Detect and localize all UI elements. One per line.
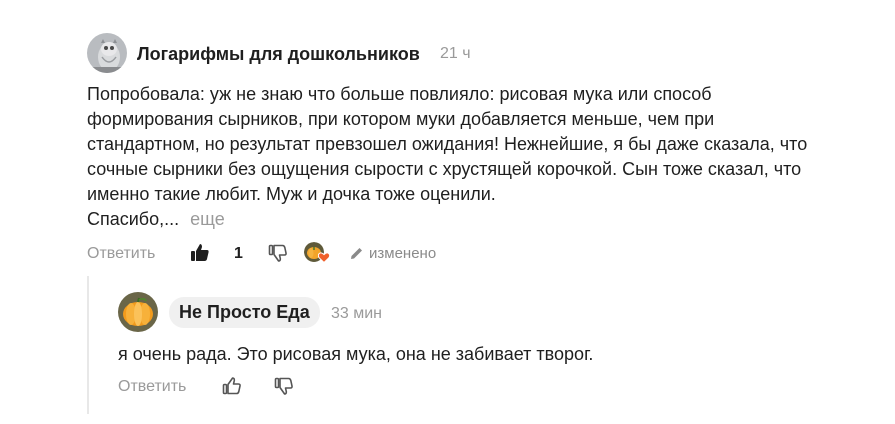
- heart-icon: [318, 252, 330, 263]
- like-icon[interactable]: [222, 376, 242, 396]
- reply-author-name[interactable]: Не Просто Еда: [169, 297, 320, 328]
- comment-text-line-last: Спасибо,... еще: [87, 207, 887, 232]
- reply-button[interactable]: Ответить: [87, 245, 155, 263]
- comment-text-line: формирования сырников, при котором муки …: [87, 109, 715, 129]
- reply-text: я очень рада. Это рисовая мука, она не з…: [118, 344, 594, 364]
- comment-text-line: именно такие любит. Муж и дочка тоже оце…: [87, 184, 496, 204]
- reply-reply-button[interactable]: Ответить: [118, 378, 186, 396]
- comment-text-line: Попробовала: уж не знаю что больше повли…: [87, 84, 712, 104]
- reply-author-avatar[interactable]: [118, 292, 158, 332]
- author-name[interactable]: Логарифмы для дошкольников: [137, 44, 420, 65]
- thread-line: [87, 276, 89, 414]
- reply-timestamp: 33 мин: [331, 305, 383, 322]
- comment-text: Попробовала: уж не знаю что больше повли…: [87, 82, 887, 232]
- like-count: 1: [234, 245, 243, 262]
- show-more-link[interactable]: еще: [190, 209, 225, 229]
- like-filled-icon[interactable]: [190, 243, 210, 263]
- pencil-icon: [351, 248, 362, 259]
- edited-label: изменено: [369, 245, 437, 262]
- dislike-icon[interactable]: [268, 243, 288, 263]
- comment-timestamp: 21 ч: [440, 45, 471, 62]
- dislike-icon[interactable]: [274, 376, 294, 396]
- comment-text-truncated: Спасибо,...: [87, 209, 180, 229]
- comment-text-line: сочные сырники без ощущения сырости с хр…: [87, 159, 802, 179]
- comment-text-line: стандартном, но результат превзошел ожид…: [87, 134, 808, 154]
- author-avatar[interactable]: [87, 33, 127, 73]
